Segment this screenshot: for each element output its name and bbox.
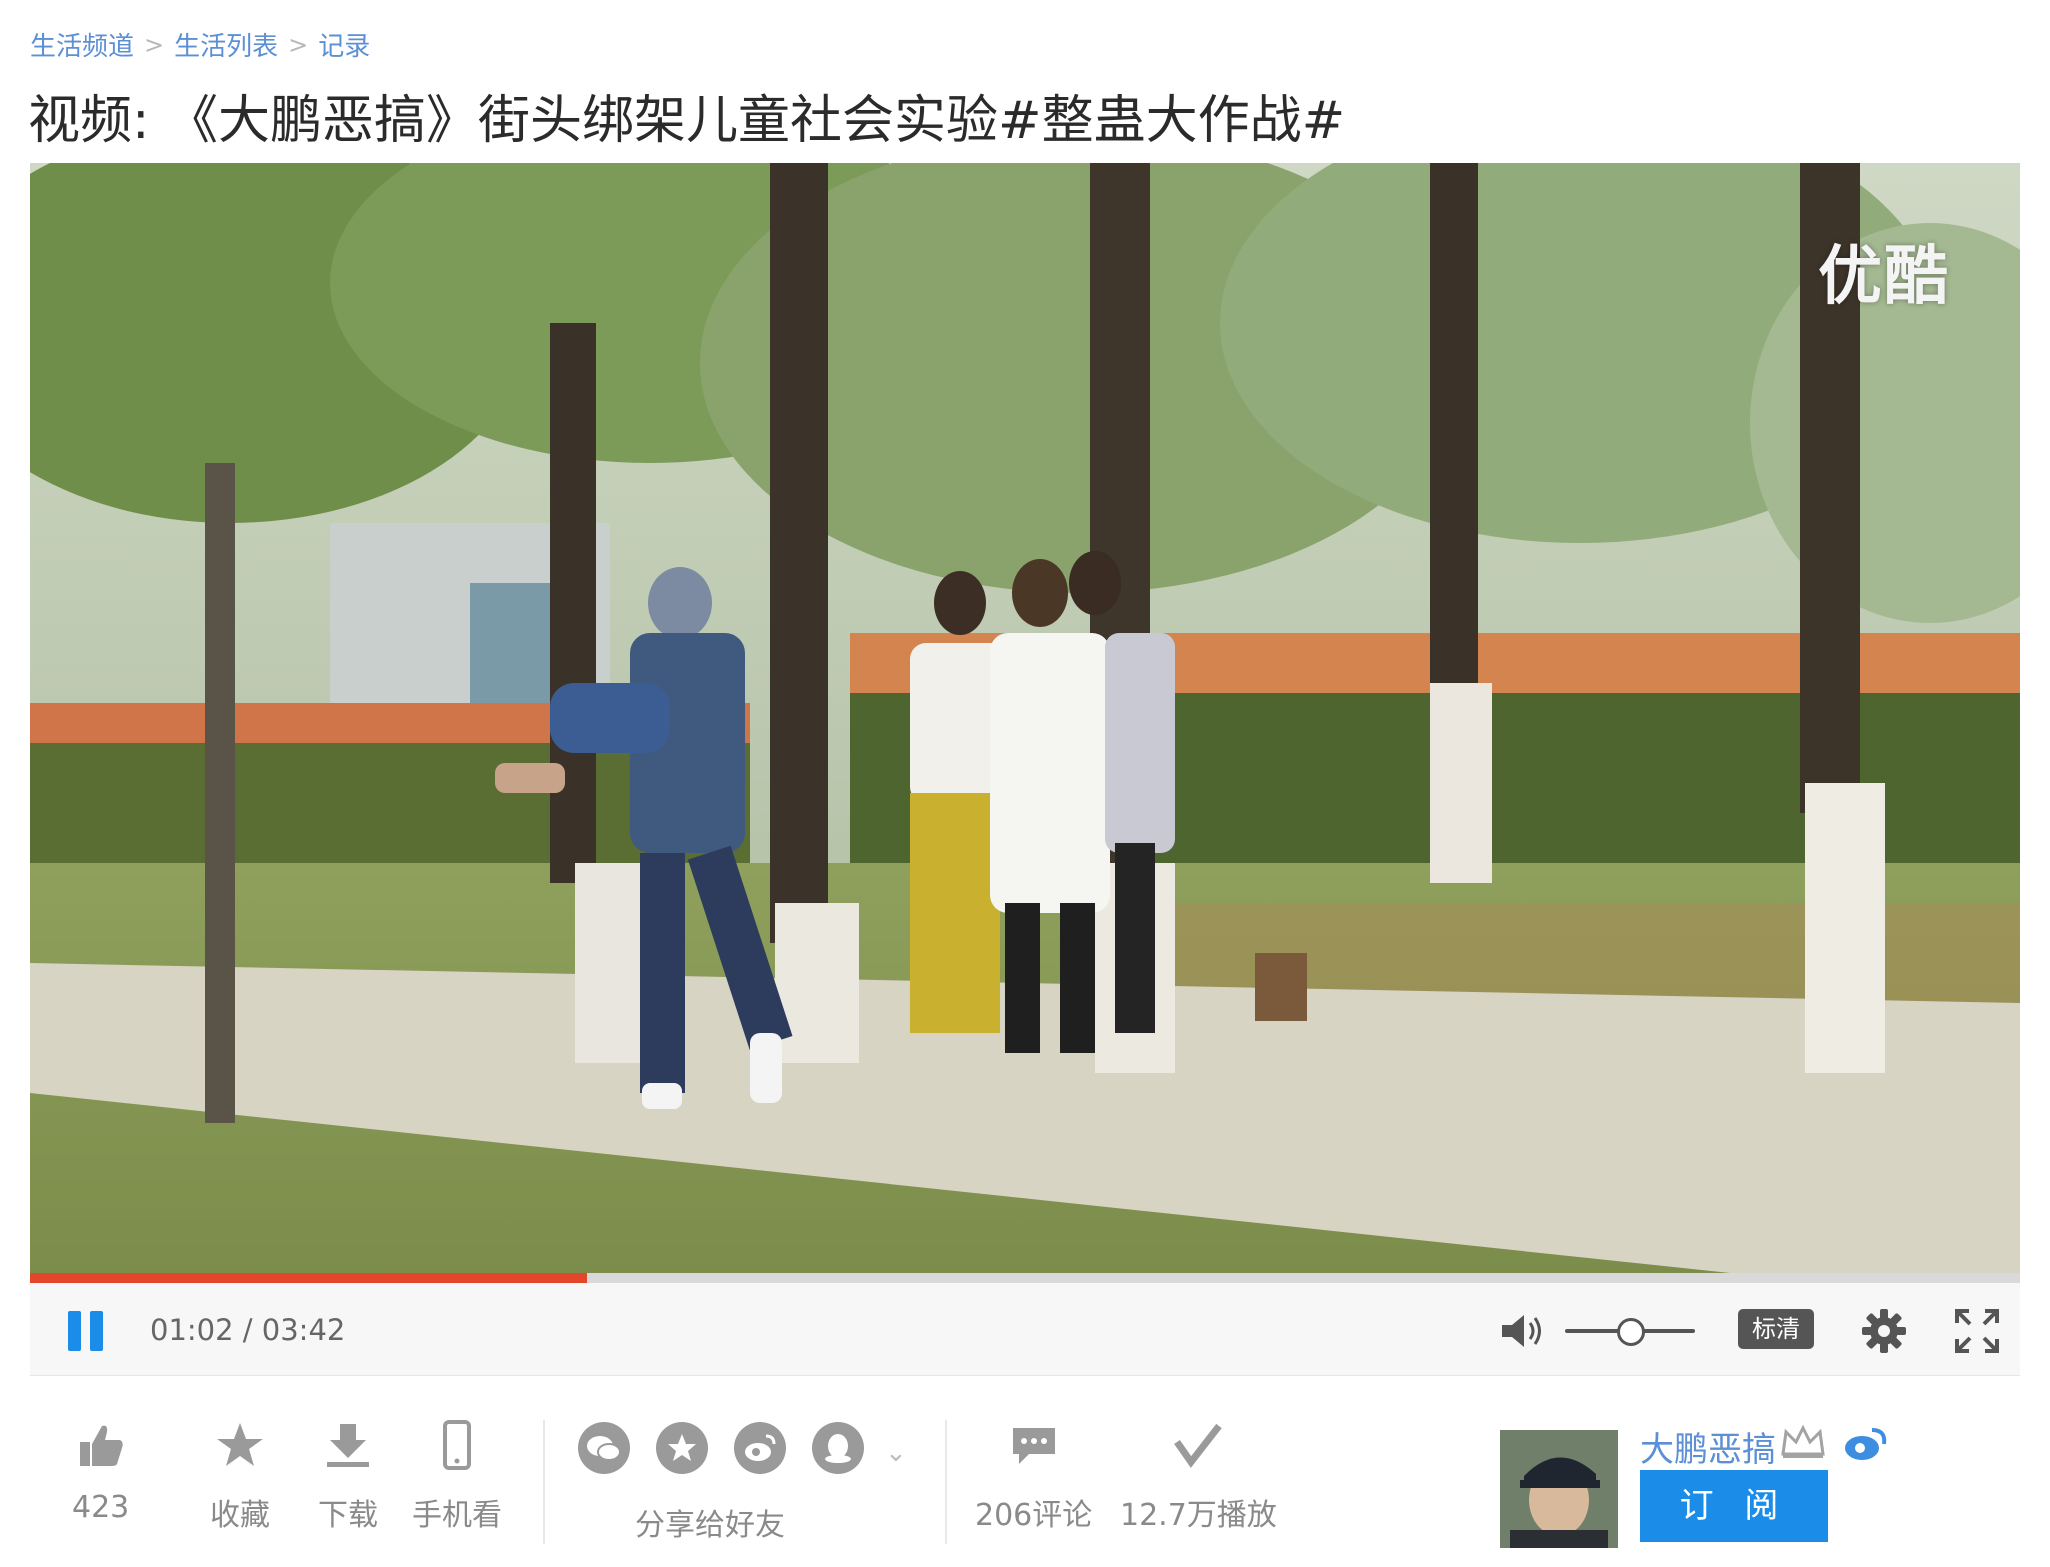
play-count-label: 12.7万播放	[1120, 1498, 1277, 1533]
video-scene	[30, 163, 2020, 1273]
player-controls: 01:02 / 03:42 标清	[30, 1283, 2020, 1376]
wechat-icon[interactable]	[578, 1422, 630, 1474]
star-icon	[217, 1423, 263, 1466]
breadcrumb: 生活频道 > 生活列表 > 记录	[30, 26, 370, 63]
comments-label: 206评论	[975, 1498, 1093, 1533]
comments-button[interactable]: 206评论	[975, 1420, 1092, 1534]
breadcrumb-separator: >	[144, 30, 165, 59]
progress-bar[interactable]	[30, 1273, 2020, 1283]
qq-icon[interactable]	[812, 1422, 864, 1474]
breadcrumb-separator: >	[288, 30, 309, 59]
play-count: 12.7万播放	[1120, 1420, 1277, 1534]
divider	[543, 1420, 545, 1544]
share-icons	[578, 1422, 864, 1474]
video-frame[interactable]: 优酷	[30, 163, 2020, 1273]
volume-icon[interactable]	[1500, 1311, 1546, 1351]
pause-icon-bar-right	[90, 1311, 103, 1351]
channel-name[interactable]: 大鹏恶搞	[1640, 1422, 1776, 1471]
share-label: 分享给好友	[635, 1508, 785, 1543]
subscribe-button[interactable]: 订 阅	[1640, 1470, 1828, 1542]
chevron-down-icon[interactable]: ⌄	[885, 1438, 907, 1468]
mobile-watch-label: 手机看	[412, 1498, 502, 1533]
breadcrumb-item-life-list[interactable]: 生活列表	[174, 26, 278, 63]
settings-gear-icon[interactable]	[1862, 1309, 1906, 1353]
download-button[interactable]: 下载	[318, 1420, 378, 1534]
breadcrumb-item-life-channel[interactable]: 生活频道	[30, 26, 134, 63]
like-count: 423	[72, 1490, 130, 1525]
comment-icon	[1012, 1428, 1055, 1464]
volume-slider[interactable]	[1565, 1316, 1695, 1346]
phone-icon	[443, 1420, 471, 1470]
favorite-label: 收藏	[210, 1498, 270, 1533]
weibo-icon[interactable]	[734, 1422, 786, 1474]
thumbs-up-icon	[79, 1425, 123, 1466]
download-icon	[327, 1424, 369, 1467]
breadcrumb-item-record[interactable]: 记录	[318, 26, 370, 63]
mobile-watch-button[interactable]: 手机看	[412, 1420, 502, 1534]
page-title: 视频: 《大鹏恶搞》街头绑架儿童社会实验#整蛊大作战#	[28, 91, 1346, 151]
divider	[945, 1420, 947, 1544]
quality-button[interactable]: 标清	[1738, 1309, 1814, 1349]
weibo-verified-icon[interactable]	[1840, 1424, 1890, 1464]
avatar[interactable]	[1500, 1430, 1618, 1548]
pause-button[interactable]	[68, 1311, 104, 1351]
volume-knob[interactable]	[1617, 1318, 1645, 1346]
youku-watermark: 优酷	[1818, 240, 1950, 314]
video-player: 优酷 01:02 / 03:42 标清	[30, 163, 2020, 1376]
time-display: 01:02 / 03:42	[150, 1313, 346, 1347]
qzone-icon[interactable]	[656, 1422, 708, 1474]
fullscreen-icon[interactable]	[1955, 1309, 1999, 1353]
action-bar: 423 收藏 下载 手机看 ⌄ 分享给好友 206评论 12.7万播放 大鹏恶搞…	[0, 1400, 2050, 1567]
crown-icon	[1781, 1424, 1825, 1458]
download-label: 下载	[318, 1498, 378, 1533]
progress-fill	[30, 1273, 588, 1283]
like-button[interactable]: 423	[72, 1420, 129, 1525]
pause-icon-bar-left	[68, 1311, 81, 1351]
favorite-button[interactable]: 收藏	[210, 1420, 270, 1534]
checkmark-play-icon	[1174, 1423, 1223, 1468]
